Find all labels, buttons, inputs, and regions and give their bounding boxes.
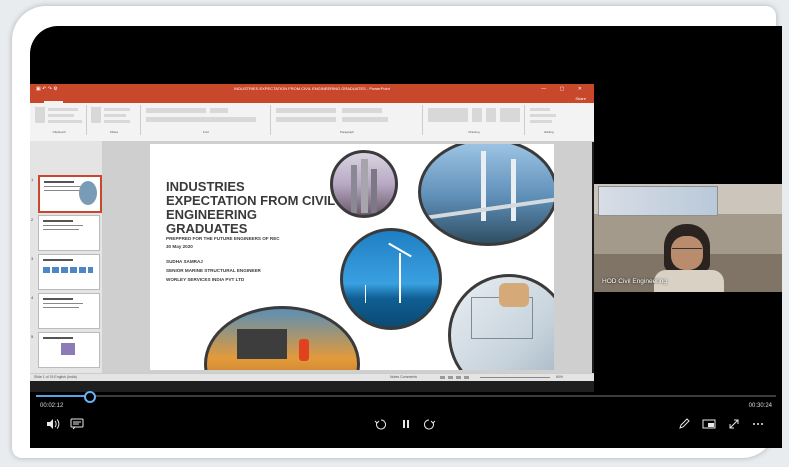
ribbon-group-label: Slides	[109, 130, 119, 134]
alignment-buttons[interactable]	[276, 117, 336, 122]
window-title: INDUSTRIES EXPECTATION FROM CIVIL ENGINE…	[234, 86, 390, 91]
thumbnail-number: 2	[31, 217, 34, 222]
replace-button[interactable]	[530, 114, 556, 117]
window-controls[interactable]: — ▢ ✕	[541, 84, 588, 94]
font-size-select[interactable]	[210, 108, 228, 113]
reset-button[interactable]	[104, 114, 126, 117]
slide-thumbnails-pane: 1 2 3 4 5 6	[30, 141, 102, 378]
wind-turbine-image	[340, 228, 442, 330]
ribbon-group-clipboard: Clipboard	[32, 105, 87, 135]
shapes-gallery[interactable]	[428, 108, 468, 122]
skip-forward-icon[interactable]	[422, 418, 436, 433]
more-icon[interactable]	[752, 418, 764, 433]
slideshow-view-icon[interactable]	[464, 376, 469, 379]
status-bar: Slide 1 of 15 English (India) Notes Comm…	[30, 373, 594, 381]
slide-role: SENIOR MARINE STRUCTURAL ENGINEER	[166, 268, 261, 273]
thumbnail-number: 3	[31, 256, 34, 261]
notes-comments-status[interactable]: Notes Comments	[390, 375, 417, 379]
seek-handle[interactable]	[83, 391, 96, 403]
captions-icon[interactable]	[70, 418, 84, 433]
skyscrapers-image	[330, 150, 398, 218]
ribbon-group-label: Clipboard	[52, 130, 66, 134]
ribbon-group-drawing: Drawing	[424, 105, 525, 135]
slide-thumbnail[interactable]	[38, 332, 100, 368]
thumbnail-number: 1	[31, 177, 34, 182]
layout-button[interactable]	[104, 108, 130, 111]
arrange-button[interactable]	[472, 108, 482, 122]
video-player[interactable]: ▣ ↶ ↷ ⚙ INDUSTRIES EXPECTATION FROM CIVI…	[30, 26, 782, 448]
engineering-drawing-image	[448, 274, 554, 370]
font-name-select[interactable]	[146, 108, 206, 113]
ribbon-group-slides: Slides	[88, 105, 141, 135]
slide-title: INDUSTRIES EXPECTATION FROM CIVIL ENGINE…	[166, 179, 336, 236]
quick-styles-button[interactable]	[486, 108, 496, 122]
find-button[interactable]	[530, 108, 550, 111]
font-format-buttons[interactable]	[146, 117, 256, 122]
thumbnail-number: 5	[31, 334, 34, 339]
slide-date: 30 May 2020	[166, 244, 193, 249]
slide-prepared-for: PREPPRED FOR THE FUTURE ENGINEERS OF REC	[166, 236, 280, 241]
slide-count-status: Slide 1 of 15 English (India)	[34, 375, 77, 379]
slide-sorter-icon[interactable]	[448, 376, 453, 379]
pen-icon[interactable]	[678, 418, 690, 433]
volume-icon[interactable]	[46, 418, 60, 433]
text-direction-button[interactable]	[342, 108, 382, 113]
quick-access-toolbar[interactable]: ▣ ↶ ↷ ⚙	[36, 84, 58, 94]
slide-author: SUDHA SAMRAJ	[166, 259, 203, 264]
ribbon-group-editing: Editing	[526, 105, 572, 135]
ribbon-group-label: Drawing	[468, 130, 480, 134]
list-buttons[interactable]	[276, 108, 336, 113]
slide-company: WORLEY SERVICES INDIA PVT LTD	[166, 277, 245, 282]
ribbon-group-paragraph: Paragraph	[272, 105, 423, 135]
ribbon: Clipboard Slides Font Paragraph Drawing …	[30, 103, 594, 142]
zoom-level[interactable]: 60%	[556, 375, 563, 379]
slide-thumbnail[interactable]	[38, 215, 100, 251]
person-face	[671, 236, 703, 270]
slide-thumbnail[interactable]	[38, 175, 102, 213]
normal-view-icon[interactable]	[440, 376, 445, 379]
offshore-platform-image	[204, 306, 360, 370]
seek-progress	[36, 395, 88, 397]
slide-thumbnail[interactable]	[38, 254, 100, 290]
ribbon-group-label: Paragraph	[339, 130, 354, 134]
skip-back-icon[interactable]	[374, 418, 388, 433]
current-time: 00:02:12	[40, 403, 64, 409]
ribbon-group-font: Font	[142, 105, 271, 135]
format-painter-button[interactable]	[48, 120, 82, 123]
participant-name-label: HOD Civil Engineering	[602, 278, 668, 285]
new-slide-icon[interactable]	[91, 107, 101, 123]
zoom-slider[interactable]	[480, 377, 550, 378]
glasses	[672, 248, 702, 253]
shape-fill-outline[interactable]	[500, 108, 520, 122]
bridge-image	[418, 144, 554, 246]
cut-button[interactable]	[48, 108, 78, 111]
paste-icon[interactable]	[35, 107, 45, 123]
ribbon-group-label: Font	[202, 130, 209, 134]
ribbon-tabs: FileHomeInsertDesignTransitionsAnimation…	[30, 94, 594, 110]
section-button[interactable]	[104, 120, 130, 123]
screen-share: ▣ ↶ ↷ ⚙ INDUSTRIES EXPECTATION FROM CIVI…	[30, 84, 594, 392]
convert-smartart-button[interactable]	[342, 117, 388, 122]
share-button[interactable]: Share	[571, 94, 590, 103]
powerpoint-title-bar: ▣ ↶ ↷ ⚙ INDUSTRIES EXPECTATION FROM CIVI…	[30, 84, 594, 94]
thumbnail-number: 4	[31, 295, 34, 300]
mini-player-icon[interactable]	[702, 418, 716, 433]
pause-icon[interactable]	[401, 418, 411, 433]
webcam-tile: HOD Civil Engineering	[594, 184, 782, 292]
map-poster	[598, 186, 718, 216]
slide-editing-area: INDUSTRIES EXPECTATION FROM CIVIL ENGINE…	[102, 141, 592, 373]
slide-thumbnail[interactable]	[38, 293, 100, 329]
slide-canvas: INDUSTRIES EXPECTATION FROM CIVIL ENGINE…	[150, 144, 554, 370]
expand-icon[interactable]	[728, 418, 740, 433]
select-button[interactable]	[530, 120, 552, 123]
seek-bar[interactable]	[36, 391, 776, 403]
ribbon-group-label: Editing	[544, 130, 554, 134]
copy-button[interactable]	[48, 114, 74, 117]
total-time: 00:30:24	[748, 403, 772, 409]
reading-view-icon[interactable]	[456, 376, 461, 379]
